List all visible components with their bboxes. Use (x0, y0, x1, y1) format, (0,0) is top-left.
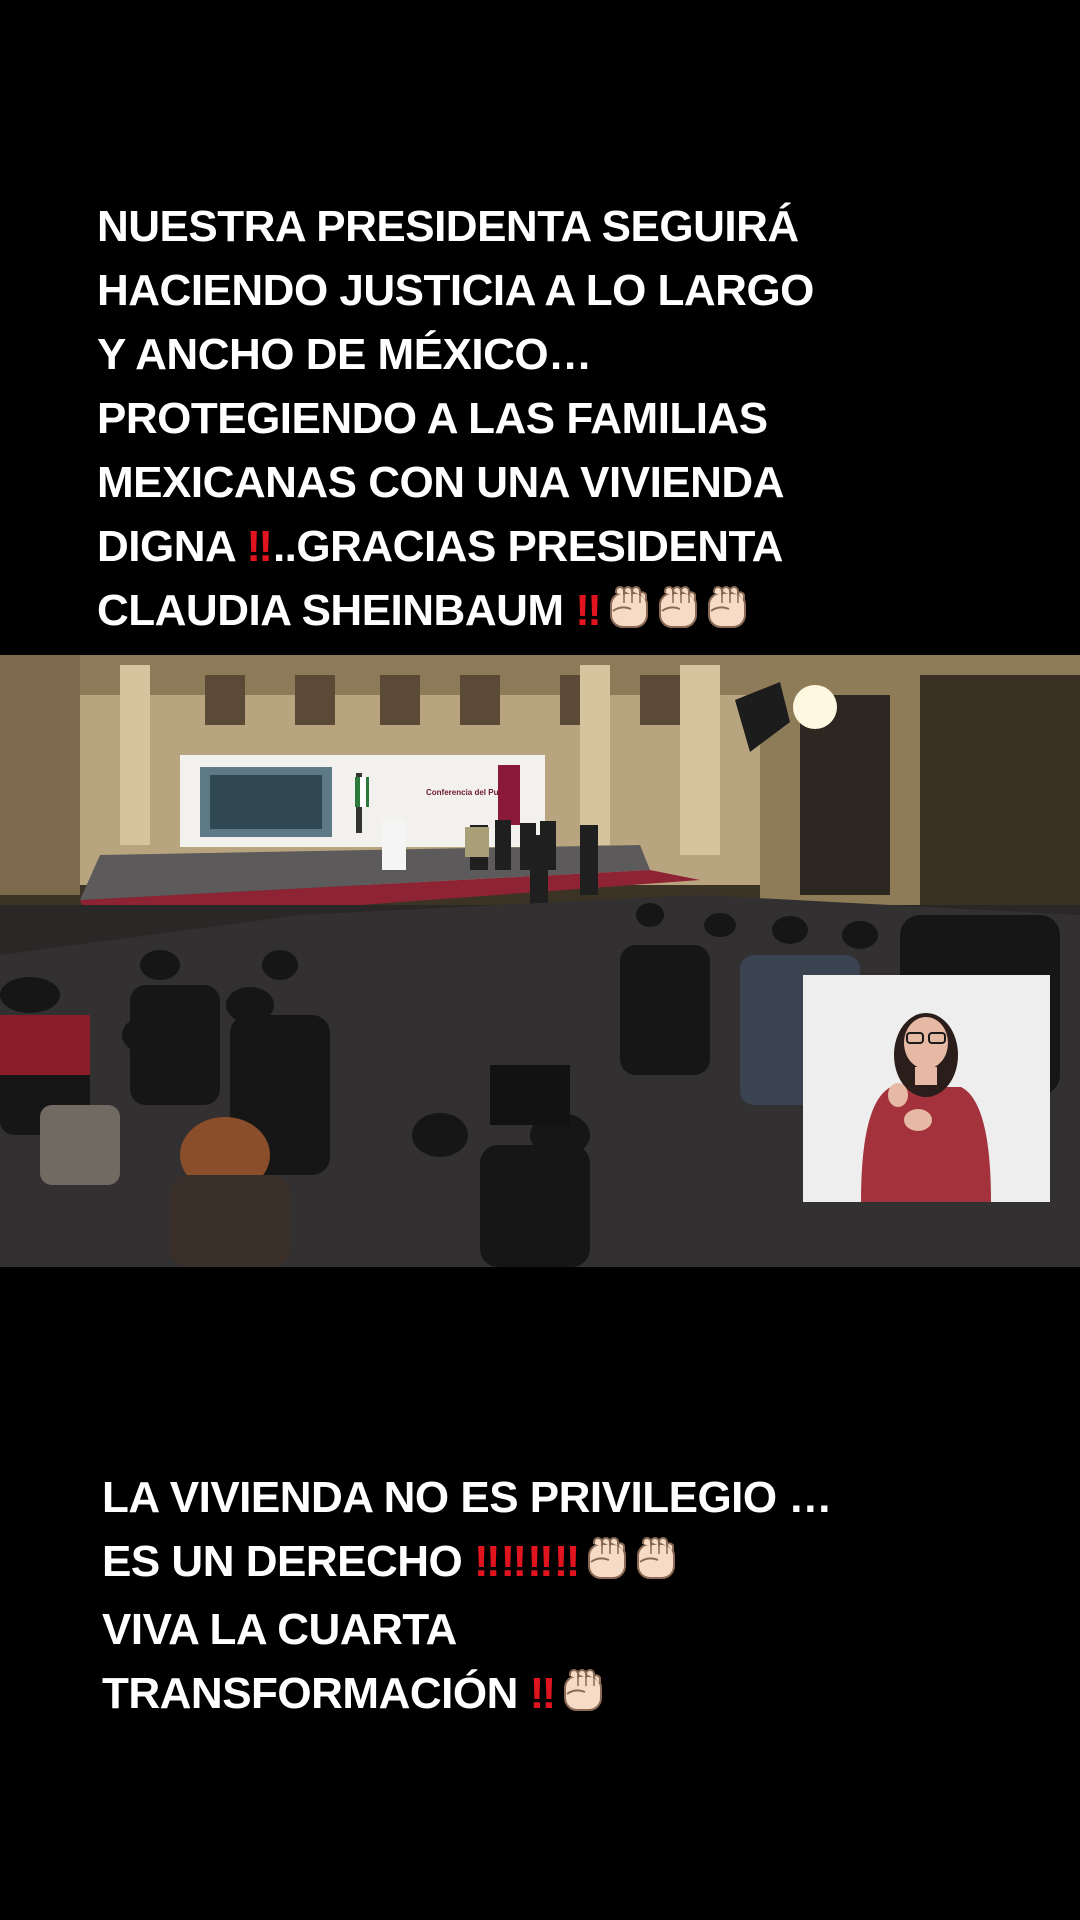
top-caption-line-2: HACIENDO JUSTICIA A LO LARGO (97, 266, 814, 315)
double-exclamation-icon: ‼ (246, 522, 273, 571)
double-exclamation-icon: ‼ (553, 1537, 581, 1586)
top-caption-line-6: DIGNA ‼..GRACIAS PRESIDENTA (97, 515, 814, 579)
bottom-caption-line-4: TRANSFORMACIÓN ‼ (102, 1662, 832, 1726)
double-exclamation-icon: ‼ (500, 1537, 528, 1586)
double-exclamation-icon: ‼ (527, 1537, 554, 1586)
bottom-caption-line-3: VIVA LA CUARTA (102, 1605, 457, 1654)
raised-fist-icon (585, 1534, 629, 1584)
double-exclamation-icon: ‼ (529, 1669, 557, 1718)
raised-fist-icon (607, 583, 651, 633)
raised-fist-icon (561, 1666, 605, 1716)
top-caption-line-6-start: DIGNA (97, 522, 247, 571)
bottom-caption-line-2-text: ES UN DERECHO (102, 1537, 474, 1586)
double-exclamation-icon: ‼ (473, 1537, 501, 1586)
top-caption-line-7: CLAUDIA SHEINBAUM ‼ (97, 579, 814, 643)
interpreter-figure (803, 975, 1050, 1202)
bottom-caption-line-2: ES UN DERECHO ‼‼‼‼ (102, 1530, 832, 1594)
raised-fist-icon (634, 1534, 678, 1584)
top-caption-line-7-text: CLAUDIA SHEINBAUM (97, 586, 576, 635)
top-caption: NUESTRA PRESIDENTA SEGUIRÁ HACIENDO JUST… (97, 195, 814, 643)
top-caption-line-4: PROTEGIENDO A LAS FAMILIAS (97, 394, 768, 443)
bottom-caption-line-1: LA VIVIENDA NO ES PRIVILEGIO … (102, 1473, 832, 1522)
top-caption-line-1: NUESTRA PRESIDENTA SEGUIRÁ (97, 202, 799, 251)
top-caption-line-5: MEXICANAS CON UNA VIVIENDA (97, 458, 784, 507)
bottom-caption: LA VIVIENDA NO ES PRIVILEGIO … ES UN DER… (102, 1466, 832, 1726)
double-exclamation-icon: ‼ (575, 586, 602, 635)
top-caption-line-3: Y ANCHO DE MÉXICO… (97, 330, 592, 379)
top-caption-line-6-end: ..GRACIAS PRESIDENTA (272, 522, 783, 571)
video-frame[interactable]: Conferencia del Pueblo (0, 655, 1080, 1267)
raised-fist-icon (656, 583, 700, 633)
raised-fist-icon (705, 583, 749, 633)
sign-language-interpreter-inset (803, 975, 1050, 1202)
bottom-caption-line-4-text: TRANSFORMACIÓN (102, 1669, 530, 1718)
